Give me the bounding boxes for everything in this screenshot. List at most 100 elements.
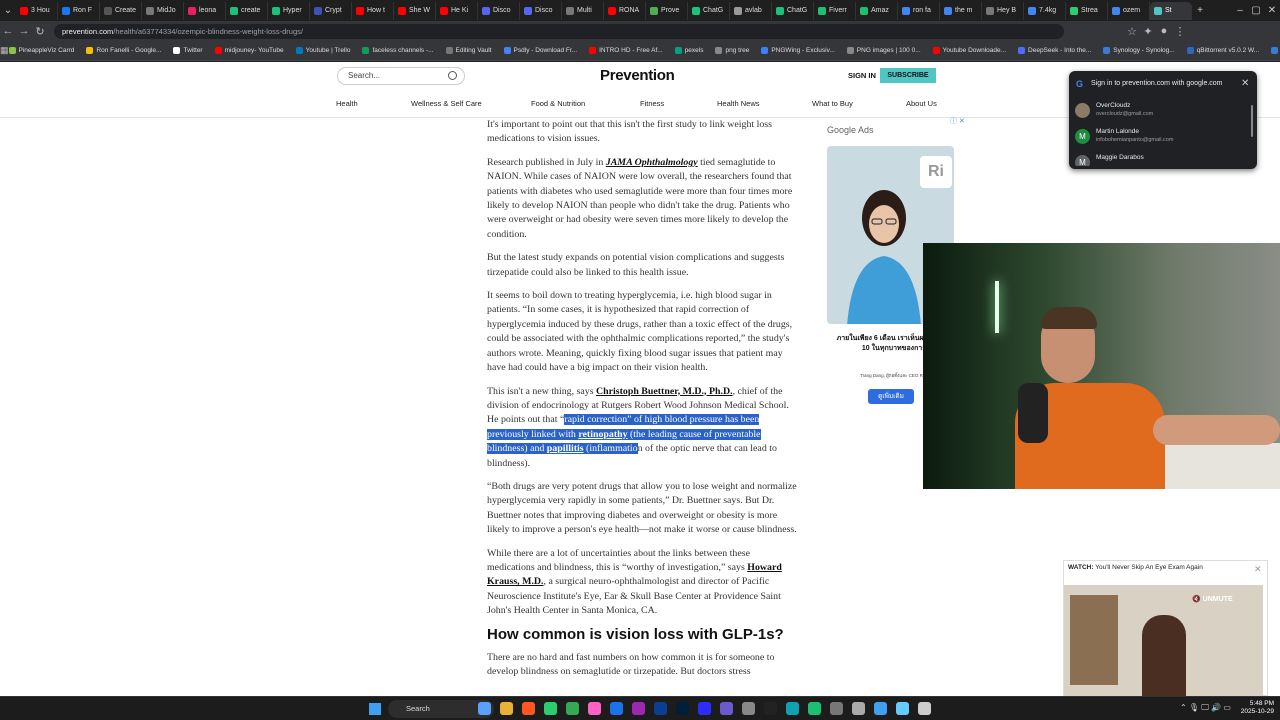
bookmark-item[interactable]: Editing Vault: [445, 47, 492, 54]
close-icon[interactable]: ✕: [1254, 564, 1262, 575]
browser-tab[interactable]: Hyper: [268, 1, 310, 20]
scrollbar[interactable]: [1251, 105, 1253, 137]
taskbar-app-icon[interactable]: [544, 702, 557, 715]
browser-tab[interactable]: She W: [394, 1, 436, 20]
taskbar-app-icon[interactable]: [874, 702, 887, 715]
bookmark-item[interactable]: DeepSeek - Into the...: [1018, 47, 1091, 54]
browser-tab[interactable]: Ron F: [58, 1, 100, 20]
account-item[interactable]: OverCloudz overcloudz@gmail.com: [1075, 100, 1247, 124]
taskbar-app-icon[interactable]: [632, 702, 645, 715]
bookmark-item[interactable]: Twitter: [173, 47, 203, 54]
video-frame[interactable]: 🔇 UNMUTE: [1064, 585, 1263, 697]
browser-tab[interactable]: ozem: [1108, 1, 1150, 20]
close-window-icon[interactable]: ✕: [1264, 5, 1280, 16]
taskbar-app-icon[interactable]: [742, 702, 755, 715]
browser-tab[interactable]: Disco: [520, 1, 562, 20]
nav-item-fitness[interactable]: Fitness: [640, 99, 664, 108]
bookmark-item[interactable]: Youtube | Trello: [295, 47, 350, 54]
forward-icon[interactable]: →: [16, 25, 32, 37]
retinopathy-link[interactable]: retinopathy: [578, 429, 627, 440]
browser-tab[interactable]: Crypt: [310, 1, 352, 20]
back-icon[interactable]: ←: [0, 25, 16, 37]
nav-item-food[interactable]: Food & Nutrition: [531, 99, 585, 108]
clock[interactable]: 5:48 PM 2025-10-29: [1234, 700, 1274, 716]
bookmark-item[interactable]: Youtube Downloade...: [932, 47, 1006, 54]
url-input[interactable]: prevention.com/health/a63774334/ozempic-…: [54, 23, 1064, 39]
maximize-icon[interactable]: ▢: [1248, 5, 1264, 16]
bookmark-item[interactable]: faceless channels -...: [362, 47, 434, 54]
start-button[interactable]: [369, 703, 381, 715]
profile-avatar[interactable]: ●: [1156, 25, 1172, 37]
taskbar-app-icon[interactable]: [896, 702, 909, 715]
browser-tab[interactable]: Prove: [646, 1, 688, 20]
browser-tab[interactable]: How t: [352, 1, 394, 20]
taskbar-app-icon[interactable]: [830, 702, 843, 715]
browser-tab[interactable]: 3 Hou: [16, 1, 58, 20]
browser-tab[interactable]: the m: [940, 1, 982, 20]
browser-tab[interactable]: ron fa: [898, 1, 940, 20]
nav-item-what-to-buy[interactable]: What to Buy: [812, 99, 853, 108]
browser-tab[interactable]: RONA: [604, 1, 646, 20]
bookmark-item[interactable]: Synology - Synolog...: [1103, 47, 1175, 54]
ad-cta-button[interactable]: ดูเพิ่มเติม: [868, 389, 914, 404]
extensions-icon[interactable]: ✦: [1140, 25, 1156, 38]
taskbar-app-icon[interactable]: [764, 702, 777, 715]
bookmark-item[interactable]: midjouney- YouTube: [214, 47, 284, 54]
browser-tab[interactable]: 7.4kg: [1024, 1, 1066, 20]
taskbar-app-icon[interactable]: [918, 702, 931, 715]
browser-tab[interactable]: create: [226, 1, 268, 20]
search-icon[interactable]: [448, 71, 457, 80]
browser-tab[interactable]: He Ki: [436, 1, 478, 20]
taskbar-app-icon[interactable]: [676, 702, 689, 715]
menu-icon[interactable]: ⋮: [1172, 25, 1188, 38]
minimize-icon[interactable]: –: [1232, 5, 1248, 16]
browser-tab[interactable]: ChatG: [688, 1, 730, 20]
browser-tab[interactable]: Strea: [1066, 1, 1108, 20]
taskbar-app-icon[interactable]: [610, 702, 623, 715]
nav-item-health[interactable]: Health: [336, 99, 358, 108]
subscribe-button[interactable]: SUBSCRIBE: [880, 68, 936, 83]
taskbar-app-icon[interactable]: [786, 702, 799, 715]
taskbar-app-icon[interactable]: [478, 702, 491, 715]
nav-item-about[interactable]: About Us: [906, 99, 937, 108]
bookmark-star-icon[interactable]: ☆: [1124, 25, 1140, 38]
bookmark-item[interactable]: PineappleViz Carrd: [8, 47, 74, 54]
browser-tab[interactable]: leona: [184, 1, 226, 20]
taskbar-app-icon[interactable]: [566, 702, 579, 715]
unmute-button[interactable]: 🔇 UNMUTE: [1192, 595, 1233, 603]
taskbar-app-icon[interactable]: [698, 702, 711, 715]
bookmark-item[interactable]: Psdly - Download Fr...: [503, 47, 577, 54]
browser-tab[interactable]: Disco: [478, 1, 520, 20]
site-logo[interactable]: Prevention: [600, 67, 675, 84]
bookmark-item[interactable]: PNGWing - Exclusiv...: [761, 47, 835, 54]
bookmark-item[interactable]: png tree: [715, 47, 749, 54]
bookmark-item[interactable]: INTRO HD - Free Af...: [589, 47, 663, 54]
browser-tab[interactable]: Hey B: [982, 1, 1024, 20]
bookmark-item[interactable]: Ron Fanelli - Google...: [86, 47, 161, 54]
browser-tab[interactable]: Fiverr: [814, 1, 856, 20]
account-item[interactable]: M Martin Lalonde infobohemianpanto@gmail…: [1075, 126, 1247, 150]
papillitis-link[interactable]: papillitis: [547, 443, 584, 454]
bookmark-item[interactable]: qBittorrent v5.0.2 W...: [1186, 47, 1259, 54]
bookmark-item[interactable]: PNG images | 100 0...: [846, 47, 921, 54]
taskbar-app-icon[interactable]: [588, 702, 601, 715]
browser-tab[interactable]: Create: [100, 1, 142, 20]
browser-tab[interactable]: Amaz: [856, 1, 898, 20]
bookmark-item[interactable]: Synology Drive online: [1271, 47, 1280, 54]
browser-tab[interactable]: MidJo: [142, 1, 184, 20]
browser-tab[interactable]: St: [1150, 1, 1192, 20]
browser-tab[interactable]: Multi: [562, 1, 604, 20]
taskbar-app-icon[interactable]: [654, 702, 667, 715]
taskbar-app-icon[interactable]: [522, 702, 535, 715]
apps-icon[interactable]: ▦: [0, 45, 9, 56]
browser-tab[interactable]: ChatG: [772, 1, 814, 20]
bookmark-item[interactable]: pexels: [674, 47, 703, 54]
ad-choices-icon[interactable]: ⓘ ✕: [950, 116, 965, 126]
taskbar-app-icon[interactable]: [808, 702, 821, 715]
reload-icon[interactable]: ↻: [32, 25, 48, 38]
system-tray[interactable]: ⌃ 🎙 🖵 🔊 ▭: [1180, 703, 1231, 713]
sign-in-link[interactable]: SIGN IN: [848, 71, 876, 80]
account-item[interactable]: M Maggie Darabos: [1075, 152, 1247, 166]
taskbar-app-icon[interactable]: [720, 702, 733, 715]
browser-tab[interactable]: avlab: [730, 1, 772, 20]
